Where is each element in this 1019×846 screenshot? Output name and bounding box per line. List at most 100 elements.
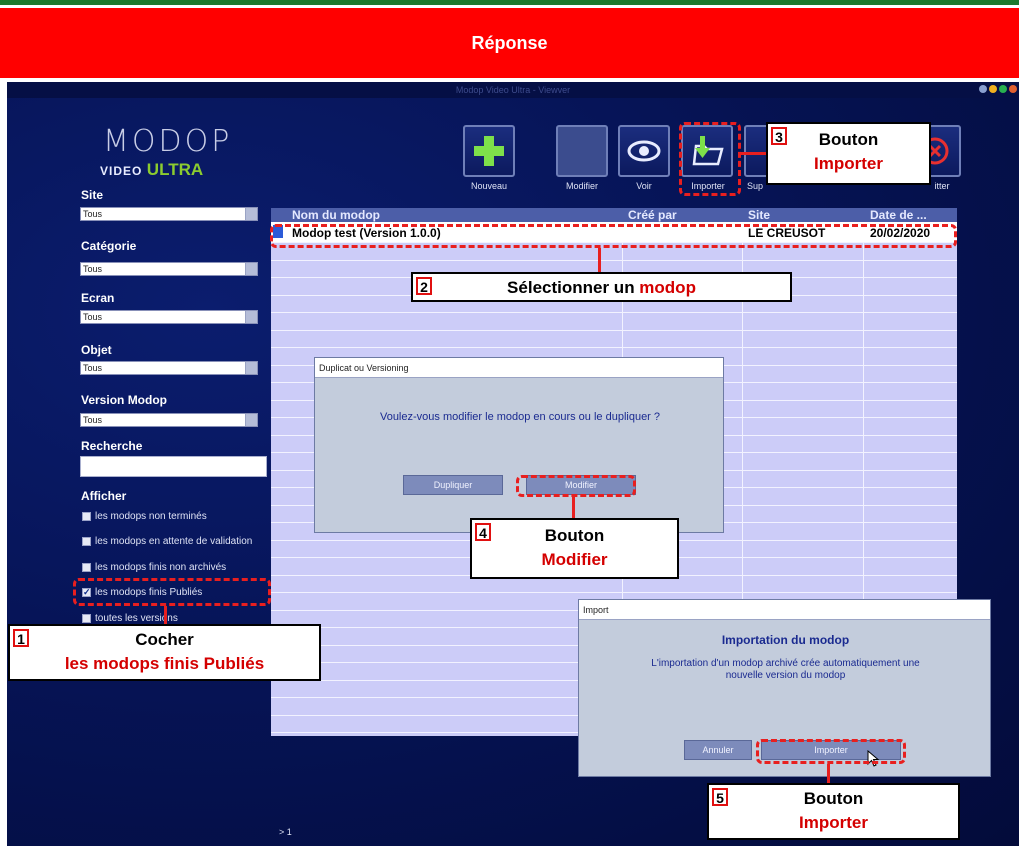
import-heading: Importation du modop <box>721 633 850 647</box>
callout-1: 1 Cocher les modops finis Publiés <box>8 624 321 681</box>
objet-select[interactable]: Tous <box>80 361 258 375</box>
callout-3-text: Bouton <box>818 130 879 149</box>
callout-1-red-text: les modops finis Publiés <box>64 654 265 673</box>
highlight-table-row <box>270 224 957 248</box>
highlight-importer-toolbar <box>679 122 741 196</box>
duplicat-dialog-title: Duplicat ou Versioning <box>315 358 723 378</box>
annuler-button[interactable]: Annuler <box>684 740 752 760</box>
dropdown-arrow-icon[interactable] <box>245 263 257 275</box>
callout-5-text: Bouton <box>803 789 864 808</box>
dupliquer-button[interactable]: Dupliquer <box>403 475 503 495</box>
callout-3: 3 Bouton Importer <box>766 122 931 185</box>
window-titlebar: Modop Video Ultra - Viewver <box>7 82 1019 98</box>
checkbox-label: les modops finis non archivés <box>95 562 227 573</box>
checkbox-label: les modops en attente de validation <box>95 536 253 547</box>
duplicat-question: Voulez-vous modifier le modop en cours o… <box>379 411 661 423</box>
categorie-label: Catégorie <box>81 239 137 253</box>
site-select[interactable]: Tous <box>80 207 258 221</box>
voir-label: Voir <box>636 181 652 191</box>
connector <box>572 497 575 519</box>
ecran-select[interactable]: Tous <box>80 310 258 324</box>
checkbox-attente-validation[interactable]: les modops en attente de validation <box>82 536 252 547</box>
objet-label: Objet <box>81 343 112 357</box>
highlight-modifier-button <box>516 475 636 497</box>
afficher-label: Afficher <box>81 489 127 503</box>
window-dot-icon[interactable] <box>979 85 987 93</box>
voir-button[interactable] <box>618 125 670 177</box>
ecran-select-value: Tous <box>83 312 103 322</box>
import-message-line2: nouvelle version du modop <box>725 670 846 681</box>
window-dot-icon[interactable] <box>989 85 997 93</box>
version-label: Version Modop <box>81 393 168 407</box>
modifier-label: Modifier <box>565 181 598 191</box>
callout-2-text: Sélectionner un <box>507 278 640 297</box>
callout-2-text-wrap: Sélectionner un modop <box>413 278 790 298</box>
callout-4-text: Bouton <box>544 526 605 545</box>
checkbox-non-termines[interactable]: les modops non terminés <box>82 511 207 522</box>
row-grid-line <box>271 592 957 593</box>
quitter-label: itter <box>934 181 950 191</box>
nouveau-button[interactable] <box>463 125 515 177</box>
callout-1-text: Cocher <box>135 630 194 649</box>
version-select-value: Tous <box>83 415 103 425</box>
site-select-value: Tous <box>83 209 103 219</box>
banner-title: Réponse <box>471 32 548 53</box>
modifier-button[interactable] <box>556 125 608 177</box>
callout-5-red-text: Importer <box>799 813 868 832</box>
logo-video: VIDEO <box>100 164 143 178</box>
callout-5: 5 Bouton Importer <box>707 783 960 840</box>
connector <box>598 248 601 273</box>
row-grid-line <box>271 347 957 348</box>
import-dialog-title: Import <box>579 600 990 620</box>
checkbox-icon[interactable] <box>82 614 91 623</box>
duplicat-dialog: Duplicat ou Versioning Voulez-vous modif… <box>314 357 724 533</box>
row-grid-line <box>271 329 957 331</box>
window-dot-icon[interactable] <box>999 85 1007 93</box>
page-indicator[interactable]: > 1 <box>279 827 292 837</box>
checkbox-label: les modops non terminés <box>95 511 207 522</box>
window-controls <box>979 85 1017 93</box>
checkbox-finis-non-archives[interactable]: les modops finis non archivés <box>82 562 226 573</box>
col-header-nom[interactable]: Nom du modop <box>292 208 380 222</box>
callout-3-red-text: Importer <box>814 154 883 173</box>
logo-ultra: ULTRA <box>146 160 204 179</box>
plus-icon <box>474 136 504 166</box>
table-header: Nom du modop Créé par Site Date de ... <box>271 208 957 222</box>
dropdown-arrow-icon[interactable] <box>245 208 257 220</box>
callout-2: 2 Sélectionner un modop <box>411 272 792 302</box>
categorie-select-value: Tous <box>83 264 103 274</box>
col-header-cree-par[interactable]: Créé par <box>628 208 677 222</box>
eye-icon <box>627 140 661 162</box>
callout-2-red-text: modop <box>639 278 696 297</box>
ecran-label: Ecran <box>81 291 115 305</box>
recherche-label: Recherche <box>81 439 143 453</box>
categorie-select[interactable]: Tous <box>80 262 258 276</box>
checkbox-icon[interactable] <box>82 537 91 546</box>
callout-4: 4 Bouton Modifier <box>470 518 679 579</box>
version-select[interactable]: Tous <box>80 413 258 427</box>
app-window: Modop Video Ultra - Viewver MODOP VIDEO … <box>7 82 1019 846</box>
dropdown-arrow-icon[interactable] <box>245 311 257 323</box>
callout-4-red-text: Modifier <box>541 550 608 569</box>
connector <box>827 764 830 784</box>
logo-modop: MODOP <box>103 124 233 159</box>
dropdown-arrow-icon[interactable] <box>245 362 257 374</box>
nouveau-label: Nouveau <box>470 181 508 191</box>
checkbox-icon[interactable] <box>82 512 91 521</box>
search-input[interactable] <box>80 456 267 477</box>
connector <box>741 152 767 155</box>
checkbox-icon[interactable] <box>82 563 91 572</box>
row-grid-line <box>271 259 957 261</box>
logo-video-ultra: VIDEO ULTRA <box>100 160 203 180</box>
site-label: Site <box>81 188 104 202</box>
dropdown-arrow-icon[interactable] <box>245 414 257 426</box>
col-header-date[interactable]: Date de ... <box>870 208 927 222</box>
answer-banner: Réponse <box>0 8 1019 78</box>
row-grid-line <box>271 312 957 313</box>
window-dot-icon[interactable] <box>1009 85 1017 93</box>
import-message-line1: L'importation d'un modop archivé crée au… <box>651 658 920 669</box>
window-title: Modop Video Ultra - Viewver <box>455 85 571 95</box>
highlight-checkbox-publies <box>73 578 271 606</box>
col-header-site[interactable]: Site <box>748 208 770 222</box>
highlight-importer-dialog-button <box>756 739 906 764</box>
